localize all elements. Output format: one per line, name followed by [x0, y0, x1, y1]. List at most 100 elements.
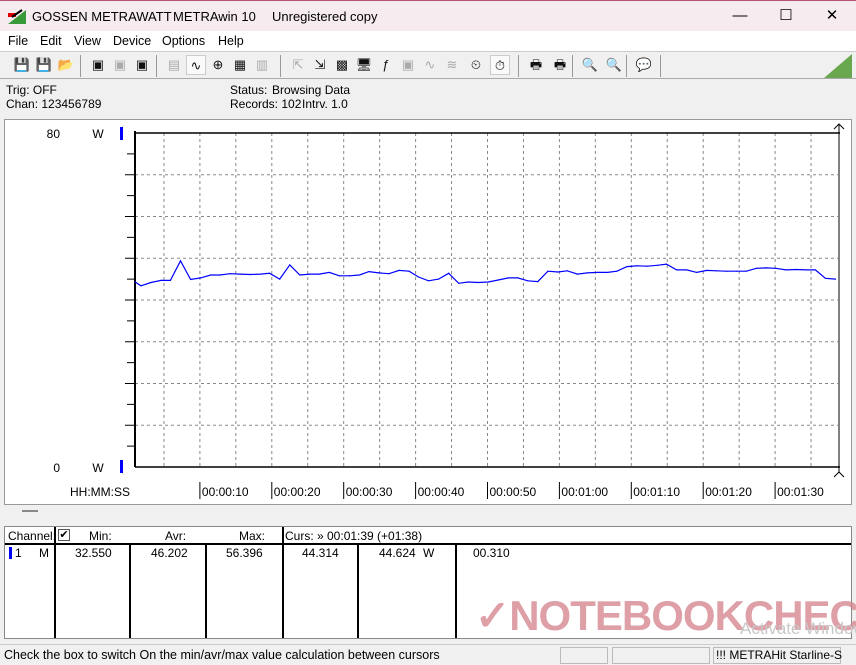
data-point: [200, 277, 202, 279]
minimize-button[interactable]: —: [720, 5, 760, 27]
menu-edit[interactable]: Edit: [40, 34, 62, 48]
y-max-unit: W: [92, 127, 104, 141]
device-disabled-button[interactable]: ▣: [398, 55, 418, 75]
zoom-curve-button[interactable]: 🔍: [604, 55, 624, 75]
header-min: Min:: [89, 529, 112, 543]
stopwatch-button[interactable]: ⏱: [490, 55, 510, 75]
x-tick-label: 00:01:10: [633, 485, 680, 499]
toolbar-separator: [660, 55, 661, 77]
data-point: [537, 281, 539, 283]
data-point: [408, 270, 410, 272]
header-channel: Channel:: [8, 529, 57, 543]
import-button[interactable]: ⇲: [310, 55, 330, 75]
status-value: Browsing Data: [272, 83, 351, 97]
graph-view-button[interactable]: ∿: [186, 55, 206, 75]
channel-list: Chan: 123456789: [6, 97, 102, 111]
data-point: [715, 270, 717, 272]
record-count: Records: 102: [230, 97, 302, 111]
timer-icon: ⏲: [470, 57, 482, 72]
maximize-button[interactable]: ☐: [766, 5, 806, 27]
function-button[interactable]: ƒ: [376, 55, 396, 75]
minmax-checkbox[interactable]: ✔: [58, 529, 70, 541]
channel-marker-bottom: [120, 460, 123, 473]
row-channel: 1: [15, 546, 22, 560]
timer-button[interactable]: ⏲: [466, 55, 486, 75]
data-point: [210, 274, 212, 276]
menu-device[interactable]: Device: [113, 34, 151, 48]
data-point: [239, 273, 241, 275]
x-tick-label: 00:01:30: [777, 485, 824, 499]
device-disabled-icon: ▣: [401, 57, 415, 72]
zoom-wave-button[interactable]: 🔍: [580, 55, 600, 75]
splitter-handle[interactable]: [22, 510, 38, 512]
data-point: [725, 270, 727, 272]
data-point: [795, 268, 797, 271]
device-read-icon: ▣: [91, 57, 105, 72]
data-point: [398, 269, 400, 271]
data-point: [745, 270, 747, 272]
save-as-button[interactable]: 💾: [34, 55, 54, 75]
power-chart[interactable]: 80 W 0 W HH:MM:SS 00:00:10 00:00:20 00:00:…: [0, 115, 856, 505]
import-icon: ⇲: [314, 57, 326, 72]
save-as-icon: 💾: [35, 57, 53, 72]
comment-icon: 💬: [635, 57, 653, 72]
status-indicator-icon: [824, 54, 852, 78]
x-tick-label: 00:00:40: [418, 485, 465, 499]
data-point: [507, 277, 509, 279]
title-bar: GOSSEN METRAWATT METRAwin 10 Unregistere…: [0, 0, 856, 31]
data-point: [150, 281, 152, 284]
header-cursor: Curs: » 00:01:39 (+01:38): [285, 529, 423, 543]
data-point: [706, 269, 708, 271]
sample-wave-icon: ≋: [446, 57, 458, 72]
row-delta: 00.310: [473, 546, 510, 560]
data-point: [765, 267, 767, 269]
open-folder-icon: 📂: [57, 57, 75, 72]
export-button[interactable]: ⇱: [288, 55, 308, 75]
data-point: [636, 265, 638, 267]
xy-crosshair-icon: ⊕: [212, 57, 224, 72]
data-point: [596, 271, 599, 274]
data-point: [626, 266, 628, 268]
print-preview-button[interactable]: 🖶: [550, 55, 570, 75]
device-memory-icon: ▣: [135, 57, 149, 72]
bar-graph-button[interactable]: ▥: [252, 55, 272, 75]
monitor-button[interactable]: 🖥: [354, 55, 374, 75]
table-view-button[interactable]: ▦: [230, 55, 250, 75]
channel-config-button[interactable]: ▩: [332, 55, 352, 75]
comment-button[interactable]: 💬: [634, 55, 654, 75]
menu-help[interactable]: Help: [218, 34, 244, 48]
data-point: [448, 272, 450, 274]
close-button[interactable]: ✕: [812, 5, 852, 27]
trigger-wave-button[interactable]: ∿: [420, 55, 440, 75]
data-point: [497, 279, 499, 281]
y-max-label: 80: [47, 127, 61, 141]
device-read-button[interactable]: ▣: [88, 55, 108, 75]
data-point: [696, 271, 698, 274]
data-point: [814, 269, 816, 271]
data-point: [338, 275, 340, 277]
data-point: [179, 260, 182, 262]
print-button[interactable]: 🖶: [526, 55, 546, 75]
data-point: [646, 265, 648, 267]
xy-crosshair-button[interactable]: ⊕: [208, 55, 228, 75]
data-point: [249, 273, 251, 276]
table-view-icon: ▦: [233, 57, 247, 72]
numeric-display-button[interactable]: ▤: [164, 55, 184, 75]
device-memory-button[interactable]: ▣: [132, 55, 152, 75]
open-folder-button[interactable]: 📂: [56, 55, 76, 75]
save-button[interactable]: 💾: [12, 55, 32, 75]
sample-wave-button[interactable]: ≋: [442, 55, 462, 75]
data-point: [328, 271, 330, 274]
channel-color-marker: [9, 547, 12, 559]
x-tick-label: 00:01:00: [561, 485, 608, 499]
function-icon: ƒ: [382, 57, 390, 72]
menu-file[interactable]: File: [8, 34, 28, 48]
data-point: [467, 281, 469, 283]
device-transfer-button[interactable]: ▣: [110, 55, 130, 75]
menu-options[interactable]: Options: [162, 34, 205, 48]
activate-windows-notice: Activate Windows: [740, 619, 856, 638]
data-point: [388, 273, 390, 275]
data-point: [378, 272, 380, 274]
data-point: [755, 267, 758, 269]
menu-view[interactable]: View: [74, 34, 101, 48]
